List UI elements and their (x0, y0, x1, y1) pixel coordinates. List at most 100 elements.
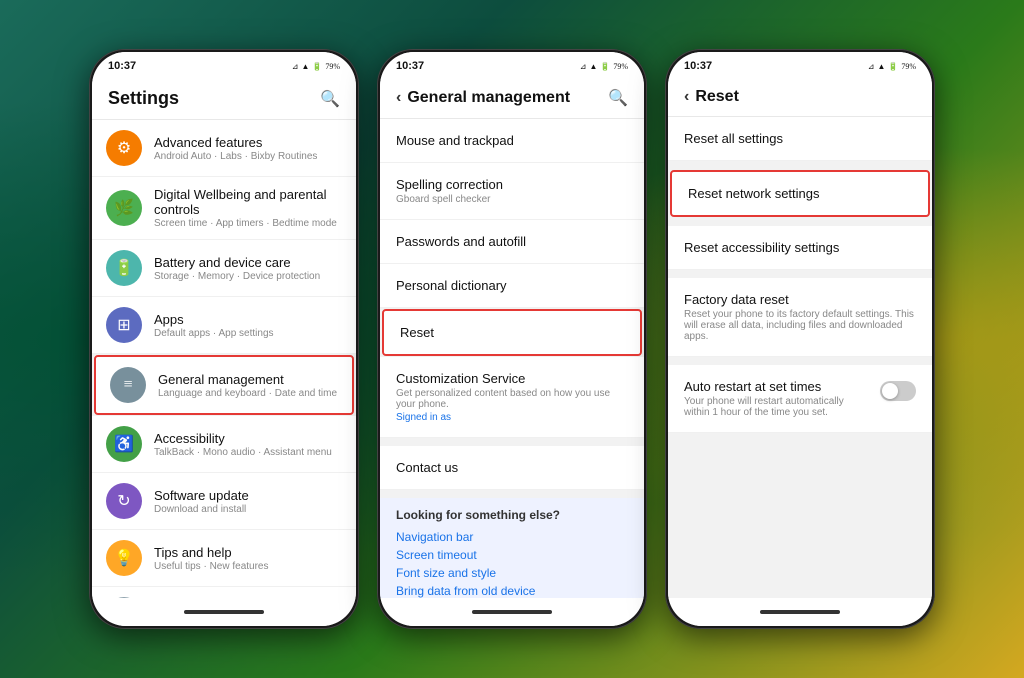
contact-title: Contact us (396, 460, 628, 475)
settings-header: Settings 🔍 (92, 80, 356, 120)
reset-back[interactable]: ‹ Reset (684, 88, 739, 106)
looking-section: Looking for something else? Navigation b… (380, 498, 644, 598)
nav-pill-2 (472, 610, 552, 614)
nav-pill-1 (184, 610, 264, 614)
reset-item-factory[interactable]: Factory data reset Reset your phone to i… (668, 278, 932, 357)
gm-item-spelling[interactable]: Spelling correction Gboard spell checker (380, 163, 644, 220)
settings-item-software[interactable]: ↻ Software update Download and install (92, 473, 356, 530)
factory-title: Factory data reset (684, 292, 916, 307)
advanced-title: Advanced features (154, 135, 342, 150)
gm-item-dictionary[interactable]: Personal dictionary (380, 264, 644, 308)
dictionary-title: Personal dictionary (396, 278, 628, 293)
settings-item-digital[interactable]: 🌿 Digital Wellbeing and parental control… (92, 177, 356, 240)
sim-icon: ⊿ (292, 62, 299, 71)
looking-link-bring[interactable]: Bring data from old device (396, 582, 628, 598)
gm-back[interactable]: ‹ General management (396, 89, 570, 107)
digital-icon: 🌿 (106, 190, 142, 226)
customization-link[interactable]: Signed in as (396, 412, 628, 423)
back-arrow-3: ‹ (684, 88, 689, 106)
digital-text: Digital Wellbeing and parental controls … (154, 187, 342, 229)
battery-title: Battery and device care (154, 255, 342, 270)
auto-restart-title: Auto restart at set times (684, 379, 872, 394)
tips-icon: 💡 (106, 540, 142, 576)
advanced-icon: ⚙ (106, 130, 142, 166)
sim-icon-2: ⊿ (580, 62, 587, 71)
tips-text: Tips and help Useful tips · New features (154, 545, 342, 572)
gm-header: ‹ General management 🔍 (380, 80, 644, 119)
passwords-title: Passwords and autofill (396, 234, 628, 249)
looking-link-font[interactable]: Font size and style (396, 564, 628, 582)
auto-restart-toggle[interactable] (880, 381, 916, 401)
wifi-icon: ▲ (301, 62, 309, 71)
status-time-2: 10:37 (396, 60, 424, 72)
gm-item-contact[interactable]: Contact us (380, 446, 644, 490)
spelling-title: Spelling correction (396, 177, 628, 192)
phone-reset: 10:37 ⊿ ▲ 🔋 79% ‹ Reset Reset all settin… (665, 49, 935, 629)
settings-item-general[interactable]: ≡ General management Language and keyboa… (94, 355, 354, 415)
settings-item-advanced[interactable]: ⚙ Advanced features Android Auto · Labs … (92, 120, 356, 177)
accessibility-title: Accessibility (154, 431, 342, 446)
status-time-3: 10:37 (684, 60, 712, 72)
gm-item-reset[interactable]: Reset (382, 309, 642, 356)
advanced-subtitle: Android Auto · Labs · Bixby Routines (154, 151, 342, 162)
customization-subtitle: Get personalized content based on how yo… (396, 388, 628, 410)
tips-title: Tips and help (154, 545, 342, 560)
status-bar-1: 10:37 ⊿ ▲ 🔋 79% (92, 52, 356, 80)
gm-item-mouse[interactable]: Mouse and trackpad (380, 119, 644, 163)
settings-item-apps[interactable]: ⊞ Apps Default apps · App settings (92, 297, 356, 354)
reset-item-all[interactable]: Reset all settings (668, 117, 932, 161)
settings-item-accessibility[interactable]: ♿ Accessibility TalkBack · Mono audio · … (92, 416, 356, 473)
battery-icon-2: 🔋 (600, 62, 610, 71)
software-subtitle: Download and install (154, 504, 342, 515)
reset-all-title: Reset all settings (684, 131, 916, 146)
wifi-icon-3: ▲ (877, 62, 885, 71)
looking-link-timeout[interactable]: Screen timeout (396, 546, 628, 564)
status-icons-3: ⊿ ▲ 🔋 79% (868, 62, 916, 71)
auto-restart-container: Auto restart at set times Your phone wil… (684, 379, 916, 418)
general-icon: ≡ (110, 367, 146, 403)
settings-title: Settings (108, 88, 179, 109)
apps-subtitle: Default apps · App settings (154, 328, 342, 339)
customization-title: Customization Service (396, 371, 628, 386)
advanced-text: Advanced features Android Auto · Labs · … (154, 135, 342, 162)
phone-general-management: 10:37 ⊿ ▲ 🔋 79% ‹ General management 🔍 M… (377, 49, 647, 629)
reset-item-accessibility[interactable]: Reset accessibility settings (668, 226, 932, 270)
back-arrow-2: ‹ (396, 89, 401, 107)
settings-item-about[interactable]: ℹ About phone Status · Legal information… (92, 587, 356, 598)
status-time-1: 10:37 (108, 60, 136, 72)
digital-title: Digital Wellbeing and parental controls (154, 187, 342, 217)
settings-item-tips[interactable]: 💡 Tips and help Useful tips · New featur… (92, 530, 356, 587)
divider-reset-2 (668, 218, 932, 226)
battery-icon-item: 🔋 (106, 250, 142, 286)
factory-subtitle: Reset your phone to its factory default … (684, 309, 916, 342)
spelling-subtitle: Gboard spell checker (396, 194, 628, 205)
divider-1 (380, 438, 644, 446)
reset-item-auto-restart[interactable]: Auto restart at set times Your phone wil… (668, 365, 932, 433)
accessibility-text: Accessibility TalkBack · Mono audio · As… (154, 431, 342, 458)
settings-list: ⚙ Advanced features Android Auto · Labs … (92, 120, 356, 598)
accessibility-icon: ♿ (106, 426, 142, 462)
battery-pct-1: 79% (325, 62, 340, 71)
reset-title: Reset (400, 325, 624, 340)
settings-search-icon[interactable]: 🔍 (320, 89, 340, 109)
battery-icon-3: 🔋 (888, 62, 898, 71)
gm-title: General management (407, 89, 570, 107)
reset-item-network[interactable]: Reset network settings (670, 170, 930, 217)
apps-text: Apps Default apps · App settings (154, 312, 342, 339)
accessibility-subtitle: TalkBack · Mono audio · Assistant menu (154, 447, 342, 458)
gm-item-customization[interactable]: Customization Service Get personalized c… (380, 357, 644, 438)
battery-subtitle: Storage · Memory · Device protection (154, 271, 342, 282)
gm-item-passwords[interactable]: Passwords and autofill (380, 220, 644, 264)
gm-search-icon[interactable]: 🔍 (608, 88, 628, 108)
general-subtitle: Language and keyboard · Date and time (158, 388, 338, 399)
apps-icon: ⊞ (106, 307, 142, 343)
battery-text: Battery and device care Storage · Memory… (154, 255, 342, 282)
divider-2 (380, 490, 644, 498)
apps-title: Apps (154, 312, 342, 327)
settings-item-battery[interactable]: 🔋 Battery and device care Storage · Memo… (92, 240, 356, 297)
software-title: Software update (154, 488, 342, 503)
auto-restart-subtitle: Your phone will restart automatically wi… (684, 396, 872, 418)
looking-link-nav[interactable]: Navigation bar (396, 528, 628, 546)
reset-screen-title: Reset (695, 88, 739, 106)
nav-bar-3 (668, 598, 932, 626)
